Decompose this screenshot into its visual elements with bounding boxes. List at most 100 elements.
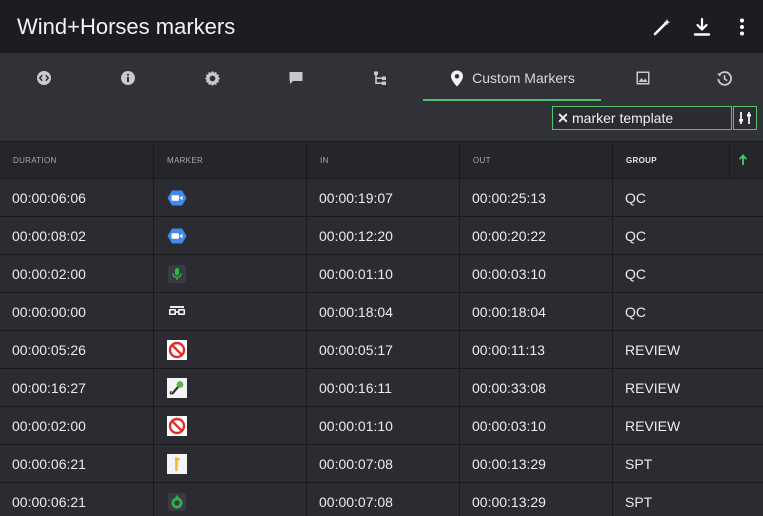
table-row[interactable]: 00:00:08:02 00:00:12:20 00:00:20:22 QC: [0, 217, 763, 255]
out-value: 00:00:13:29: [472, 493, 546, 510]
group-value: QC: [625, 189, 646, 206]
hierarchy-icon: [374, 71, 386, 85]
in-value: 00:00:19:07: [319, 189, 393, 206]
microphone-icon: [166, 263, 188, 285]
filter-settings-icon: [739, 112, 751, 124]
out-value: 00:00:20:22: [472, 227, 546, 244]
column-header-duration[interactable]: DURATION: [0, 142, 154, 178]
in-cell: 00:00:05:17: [307, 331, 460, 368]
video-camera-icon: [166, 225, 188, 247]
in-cell: 00:00:12:20: [307, 217, 460, 254]
in-value: 00:00:05:17: [319, 341, 393, 358]
marker-cell: [154, 255, 307, 292]
group-value: QC: [625, 303, 646, 320]
table-row[interactable]: 00:00:02:00 00:00:01:10 00:00:03:10 REVIEW: [0, 407, 763, 445]
group-cell: QC: [613, 217, 763, 254]
tab-comments[interactable]: [256, 53, 336, 103]
marker-cell: [154, 217, 307, 254]
history-icon: [716, 70, 732, 86]
in-value: 00:00:01:10: [319, 265, 393, 282]
code-icon: [37, 71, 51, 85]
column-header-out[interactable]: OUT: [460, 142, 613, 178]
in-cell: 00:00:16:11: [307, 369, 460, 406]
in-cell: 00:00:07:08: [307, 483, 460, 516]
leaf-badge-icon: [166, 491, 188, 513]
out-value: 00:00:18:04: [472, 303, 546, 320]
video-camera-icon: [166, 187, 188, 209]
filter-settings-button[interactable]: [733, 106, 757, 130]
info-icon: [121, 71, 135, 85]
group-cell: SPT: [613, 445, 763, 482]
tab-code[interactable]: [0, 53, 88, 103]
group-value: QC: [625, 227, 646, 244]
duration-cell: 00:00:06:21: [0, 445, 154, 482]
duration-cell: 00:00:00:00: [0, 293, 154, 330]
table-row[interactable]: 00:00:00:00 00:00:18:04 00:00:18:04 QC: [0, 293, 763, 331]
group-cell: REVIEW: [613, 407, 763, 444]
in-cell: 00:00:18:04: [307, 293, 460, 330]
out-cell: 00:00:13:29: [460, 445, 613, 482]
tab-hierarchy[interactable]: [336, 53, 424, 103]
group-value: QC: [625, 265, 646, 282]
duration-value: 00:00:00:00: [12, 303, 86, 320]
table-row[interactable]: 00:00:06:21 00:00:07:08 00:00:13:29 SPT: [0, 445, 763, 483]
marker-template-filter[interactable]: ✕ marker template: [552, 106, 732, 130]
active-tab-indicator: [423, 99, 601, 101]
group-value: REVIEW: [625, 417, 681, 434]
in-value: 00:00:07:08: [319, 455, 393, 472]
in-value: 00:00:12:20: [319, 227, 393, 244]
out-value: 00:00:13:29: [472, 455, 546, 472]
table-row[interactable]: 00:00:06:21 00:00:07:08 00:00:13:29 SPT: [0, 483, 763, 516]
duration-value: 00:00:02:00: [12, 265, 86, 282]
out-cell: 00:00:13:29: [460, 483, 613, 516]
in-value: 00:00:18:04: [319, 303, 393, 320]
duration-cell: 00:00:02:00: [0, 255, 154, 292]
prohibited-icon: [166, 415, 188, 437]
more-vertical-icon[interactable]: [731, 16, 753, 38]
out-value: 00:00:25:13: [472, 189, 546, 206]
marker-cell: [154, 331, 307, 368]
magic-wand-icon[interactable]: [651, 16, 673, 38]
duration-value: 00:00:16:27: [12, 379, 86, 396]
tab-bar: Custom Markers: [0, 53, 763, 103]
duration-value: 00:00:06:21: [12, 493, 86, 510]
out-cell: 00:00:11:13: [460, 331, 613, 368]
sort-ascending-icon[interactable]: [738, 154, 748, 166]
panel-title: Wind+Horses markers: [17, 14, 236, 39]
image-icon: [636, 71, 650, 85]
close-icon[interactable]: ✕: [555, 110, 571, 127]
tab-info[interactable]: [88, 53, 168, 103]
column-header-in[interactable]: IN: [307, 142, 460, 178]
table-row[interactable]: 00:00:02:00 00:00:01:10 00:00:03:10 QC: [0, 255, 763, 293]
group-cell: REVIEW: [613, 331, 763, 368]
duration-cell: 00:00:08:02: [0, 217, 154, 254]
marker-cell: [154, 445, 307, 482]
duration-cell: 00:00:06:06: [0, 179, 154, 216]
tab-settings[interactable]: [168, 53, 256, 103]
table-row[interactable]: 00:00:16:27 00:00:16:11 00:00:33:08 REVIEW: [0, 369, 763, 407]
group-cell: REVIEW: [613, 369, 763, 406]
duration-value: 00:00:06:21: [12, 455, 86, 472]
column-header-group[interactable]: GROUP: [613, 142, 730, 178]
out-cell: 00:00:03:10: [460, 255, 613, 292]
in-value: 00:00:16:11: [319, 379, 392, 396]
in-value: 00:00:01:10: [319, 417, 393, 434]
hand-card-icon: [166, 453, 188, 475]
in-cell: 00:00:07:08: [307, 445, 460, 482]
duration-cell: 00:00:02:00: [0, 407, 154, 444]
download-icon[interactable]: [691, 16, 713, 38]
title-bar: Wind+Horses markers: [0, 0, 763, 53]
settings-icon: [204, 70, 220, 86]
tab-custom-markers-label: Custom Markers: [472, 70, 575, 86]
in-cell: 00:00:19:07: [307, 179, 460, 216]
out-cell: 00:00:20:22: [460, 217, 613, 254]
tab-history[interactable]: [685, 53, 763, 103]
prohibited-icon: [166, 339, 188, 361]
tab-custom-markers[interactable]: Custom Markers: [424, 53, 601, 103]
column-header-marker[interactable]: MARKER: [154, 142, 307, 178]
table-row[interactable]: 00:00:05:26 00:00:05:17 00:00:11:13 REVIEW: [0, 331, 763, 369]
out-value: 00:00:03:10: [472, 417, 546, 434]
tab-image[interactable]: [601, 53, 685, 103]
table-row[interactable]: 00:00:06:06 00:00:19:07 00:00:25:13 QC: [0, 179, 763, 217]
table-header: DURATION MARKER IN OUT GROUP: [0, 141, 763, 179]
